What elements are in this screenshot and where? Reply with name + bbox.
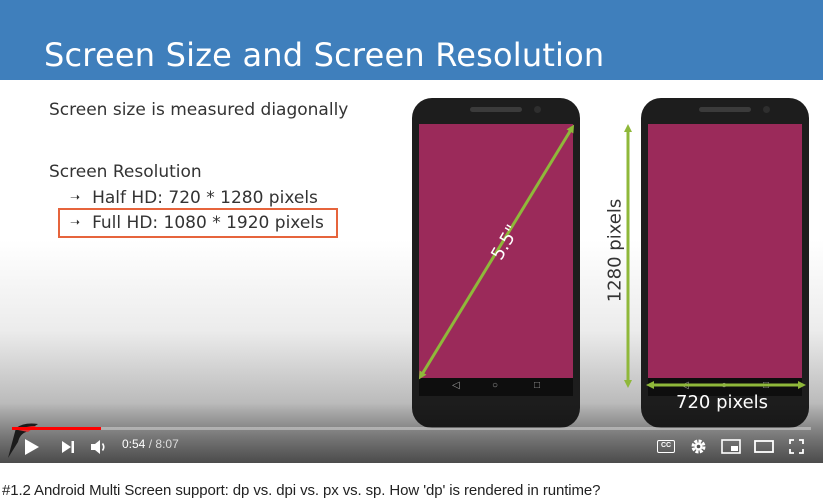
settings-icon[interactable]	[690, 438, 707, 455]
progress-bar[interactable]	[12, 427, 811, 430]
next-icon[interactable]	[61, 440, 75, 454]
play-icon[interactable]	[22, 437, 40, 457]
miniplayer-icon[interactable]	[721, 439, 741, 454]
time-separator: /	[148, 437, 153, 451]
volume-icon[interactable]	[90, 439, 108, 455]
fullscreen-icon[interactable]	[789, 439, 804, 454]
time-display: 0:54 / 8:07	[122, 437, 179, 451]
subtitles-icon[interactable]: CC	[657, 440, 675, 453]
progress-played	[12, 427, 101, 430]
video-frame: Screen Size and Screen Resolution Screen…	[0, 0, 823, 463]
video-title: #1.2 Android Multi Screen support: dp vs…	[2, 482, 601, 499]
video-player[interactable]: Screen Size and Screen Resolution Screen…	[0, 0, 823, 463]
video-duration: 8:07	[155, 437, 179, 451]
theater-icon[interactable]	[754, 440, 774, 453]
current-time: 0:54	[122, 437, 146, 451]
height-pixels-label: 1280 pixels	[604, 198, 626, 303]
